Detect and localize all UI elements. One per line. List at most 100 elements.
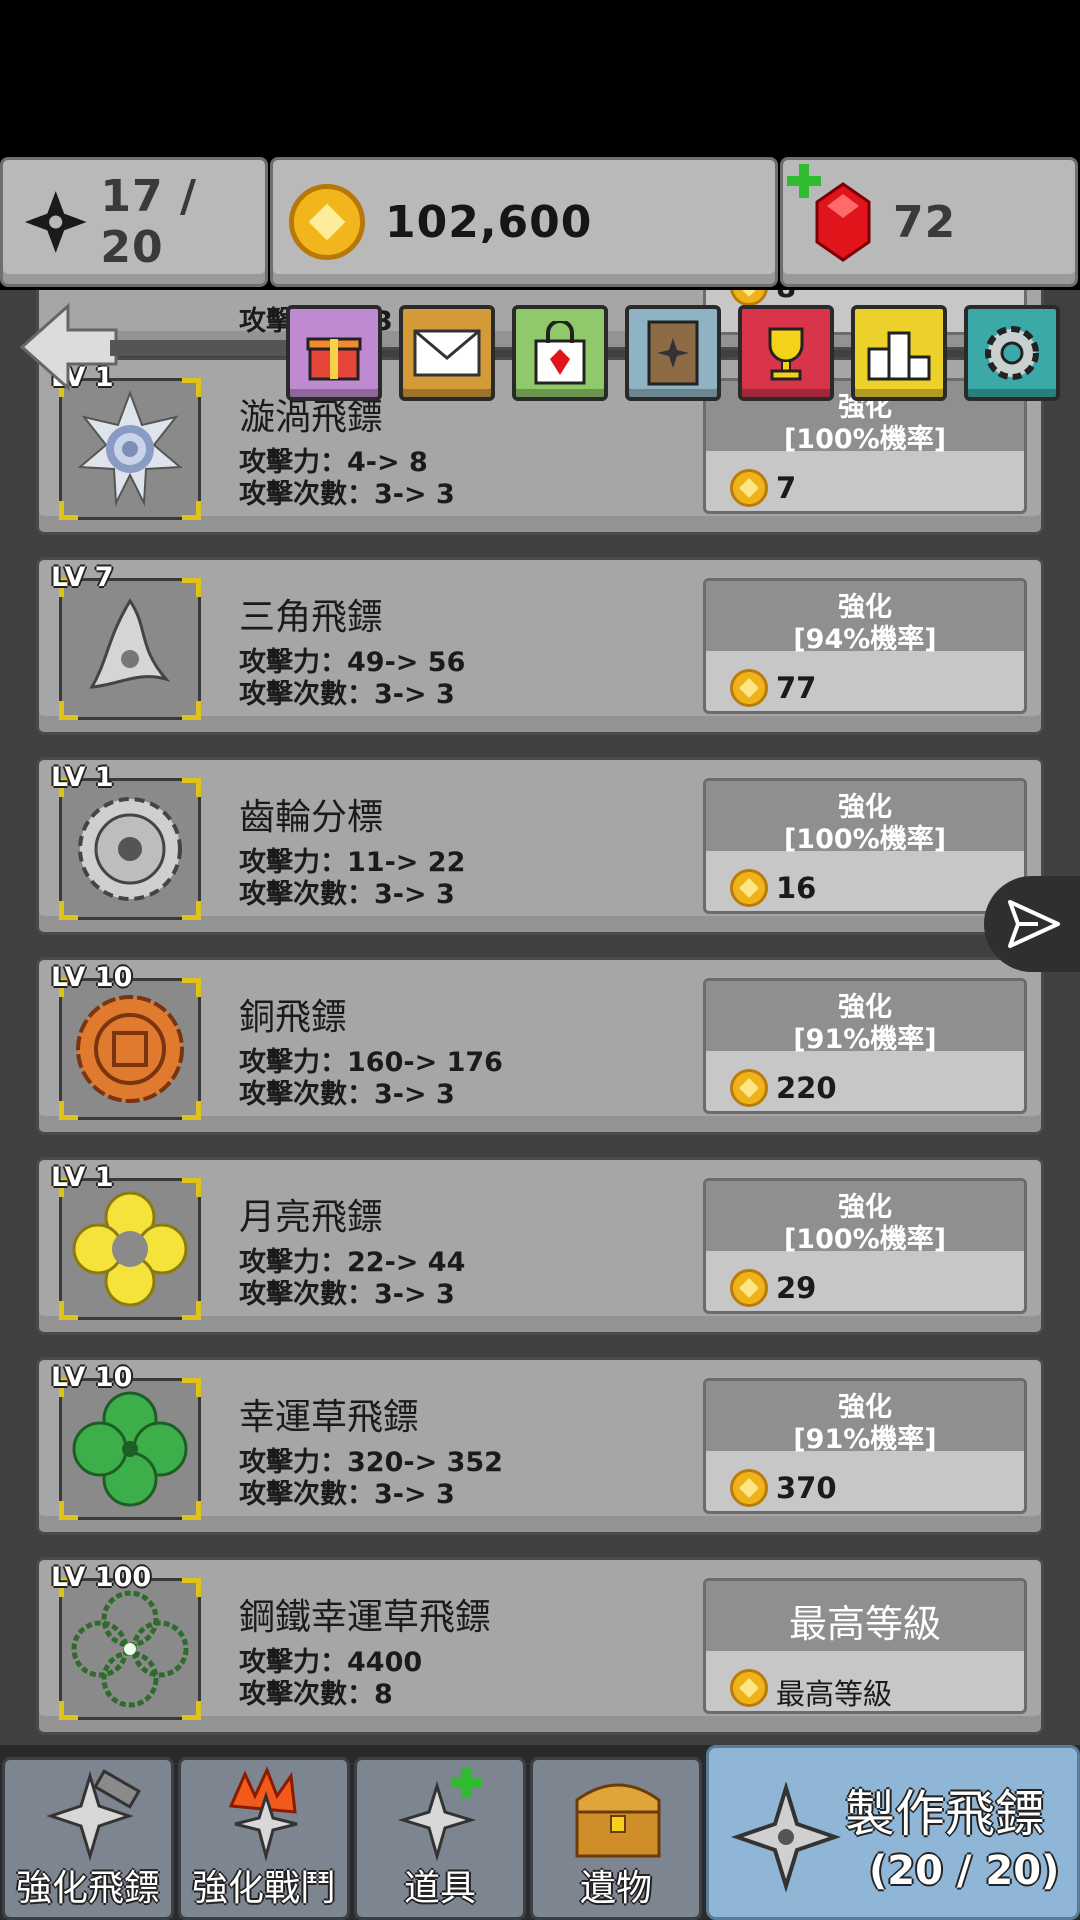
upgrade-cost: 77: [776, 671, 817, 705]
shuriken-thumbnail: [59, 778, 201, 920]
upgrade-cost: 370: [776, 1471, 837, 1505]
nav-upgrade-shuriken[interactable]: 強化飛鏢: [2, 1757, 174, 1920]
bronze-shuriken-icon: [76, 995, 184, 1103]
upgrade-button[interactable]: 強化 [91%機率] 220: [703, 978, 1027, 1114]
spiral-shuriken-icon: [77, 390, 183, 507]
trophy-button[interactable]: [738, 305, 834, 401]
coin-icon: [730, 290, 768, 306]
shuriken-thumbnail: [59, 978, 201, 1120]
hits-stat: 攻擊次數：3-> 3: [239, 879, 455, 910]
shuriken-name: 齒輪分標: [239, 797, 384, 838]
hits-stat: 攻擊次數：3-> 3: [239, 1479, 455, 1510]
shuriken-upgrade-list[interactable]: 攻擊次數：3 -> 3 8 LV 1 漩渦飛鏢 攻擊力：4-> 8 攻擊次數：3…: [0, 290, 1080, 1745]
triangle-shuriken-icon: [89, 598, 171, 689]
upgrade-cost: 7: [776, 471, 797, 505]
upgrade-cost: 220: [776, 1071, 837, 1105]
list-item: LV 1 月亮飛鏢 攻擊力：22-> 44 攻擊次數：3-> 3 強化 [100…: [36, 1157, 1044, 1335]
hammer-shuriken-icon: [46, 1769, 141, 1862]
trophy-icon: [768, 327, 804, 381]
upgrade-button[interactable]: 強化 [94%機率] 77: [703, 578, 1027, 714]
nav-upgrade-battle[interactable]: 強化戰鬥: [178, 1757, 350, 1920]
upgrade-button[interactable]: 強化 [100%機率] 16: [703, 778, 1027, 914]
share-button[interactable]: [984, 876, 1080, 972]
nav-label: 遺物: [579, 1868, 652, 1909]
ranking-podium-icon: [867, 331, 931, 381]
level-badge: LV 10: [51, 1362, 133, 1393]
gift-icon: [306, 337, 362, 381]
send-icon: [1008, 900, 1060, 948]
coin-icon: [289, 184, 365, 260]
max-level-button[interactable]: 最高等級 最高等級: [703, 1578, 1027, 1714]
shuriken-thumbnail: [59, 378, 201, 520]
settings-button[interactable]: [964, 305, 1060, 401]
treasure-chest-icon: [575, 1783, 661, 1858]
gem-count: 72: [893, 196, 957, 248]
mail-button[interactable]: [399, 305, 495, 401]
success-rate: [100%機率]: [783, 824, 947, 855]
shuriken-name: 幸運草飛鏢: [239, 1397, 420, 1438]
upgrade-cost: 29: [776, 1271, 817, 1305]
nav-label: 強化飛鏢: [15, 1868, 160, 1909]
shop-button[interactable]: [512, 305, 608, 401]
max-level-cost: 最高等級: [776, 1677, 893, 1711]
success-rate: [94%機率]: [793, 624, 937, 655]
coin-icon: [730, 1269, 768, 1307]
upgrade-button[interactable]: 強化 [91%機率] 370: [703, 1378, 1027, 1514]
moon-shuriken-icon: [72, 1191, 188, 1307]
shuriken-count: 17 / 20: [100, 171, 198, 273]
hits-stat: 攻擊次數：3-> 3: [239, 679, 455, 710]
list-item: LV 100 鋼鐵幸運草飛鏢 攻擊力：4400 攻擊次數：8 最高等級 最高等級: [36, 1557, 1044, 1735]
coin-balance-box: 102,600: [270, 157, 778, 287]
success-rate: [91%機率]: [793, 1024, 937, 1055]
upgrade-button[interactable]: 強化 [100%機率] 29: [703, 1178, 1027, 1314]
shuriken-name: 鋼鐵幸運草飛鏢: [239, 1597, 492, 1638]
success-rate: [100%機率]: [783, 1224, 947, 1255]
level-badge: LV 7: [51, 562, 114, 593]
coin-icon: [730, 1469, 768, 1507]
add-shuriken-icon: [397, 1768, 481, 1862]
shuriken-thumbnail: [59, 578, 201, 720]
shuriken-icon: [731, 1782, 841, 1892]
ranking-button[interactable]: [851, 305, 947, 401]
max-level-label: 最高等級: [788, 1602, 941, 1646]
list-item: LV 1 齒輪分標 攻擊力：11-> 22 攻擊次數：3-> 3 強化 [100…: [36, 757, 1044, 935]
shuriken-capacity-box: 17 / 20: [0, 157, 268, 287]
make-shuriken-button[interactable]: 製作飛鏢 (20 / 20): [706, 1745, 1080, 1920]
nav-items[interactable]: 道具: [354, 1757, 526, 1920]
fire-shuriken-icon: [228, 1766, 298, 1862]
gift-button[interactable]: [286, 305, 382, 401]
make-shuriken-label: 製作飛鏢: [845, 1785, 1045, 1843]
mail-icon: [413, 329, 481, 377]
shuriken-thumbnail: [59, 1578, 201, 1720]
coin-icon: [730, 469, 768, 507]
coin-icon: [730, 1069, 768, 1107]
list-item: LV 10 銅飛鏢 攻擊力：160-> 176 攻擊次數：3-> 3 強化 [9…: [36, 957, 1044, 1135]
gear-shuriken-icon: [78, 797, 182, 901]
back-arrow-icon[interactable]: [19, 302, 120, 392]
nav-label: 道具: [403, 1868, 476, 1909]
shuriken-thumbnail: [59, 1178, 201, 1320]
menu-rail: [110, 340, 290, 356]
level-badge: LV 100: [51, 1562, 152, 1593]
hits-stat: 攻擊次數：8: [239, 1679, 393, 1710]
list-item: LV 7 三角飛鏢 攻擊力：49-> 56 攻擊次數：3-> 3 強化 [94%…: [36, 557, 1044, 735]
coin-icon: [730, 669, 768, 707]
make-shuriken-count: (20 / 20): [869, 1848, 1060, 1894]
hits-stat: 攻擊次數：3-> 3: [239, 479, 455, 510]
partial-card-cost: 8: [776, 290, 796, 304]
upgrade-cost: 16: [776, 871, 817, 905]
shuriken-book-icon: [647, 320, 699, 386]
top-status-bar: 17 / 20 102,600 72: [0, 157, 1080, 290]
add-gem-plus-icon[interactable]: [787, 164, 821, 198]
red-gem-icon: [815, 182, 871, 262]
nav-label: 強化戰鬥: [191, 1868, 336, 1909]
bottom-nav: 強化飛鏢 強化戰鬥 道具 遺物 製作飛鏢 (20 / 20): [0, 1745, 1080, 1920]
nav-relics[interactable]: 遺物: [530, 1757, 702, 1920]
level-badge: LV 1: [51, 1162, 114, 1193]
success-rate: [91%機率]: [793, 1424, 937, 1455]
hits-stat: 攻擊次數：3-> 3: [239, 1279, 455, 1310]
shuriken-book-button[interactable]: [625, 305, 721, 401]
hits-stat: 攻擊次數：3-> 3: [239, 1079, 455, 1110]
level-badge: LV 10: [51, 962, 133, 993]
shuriken-icon: [24, 191, 87, 253]
